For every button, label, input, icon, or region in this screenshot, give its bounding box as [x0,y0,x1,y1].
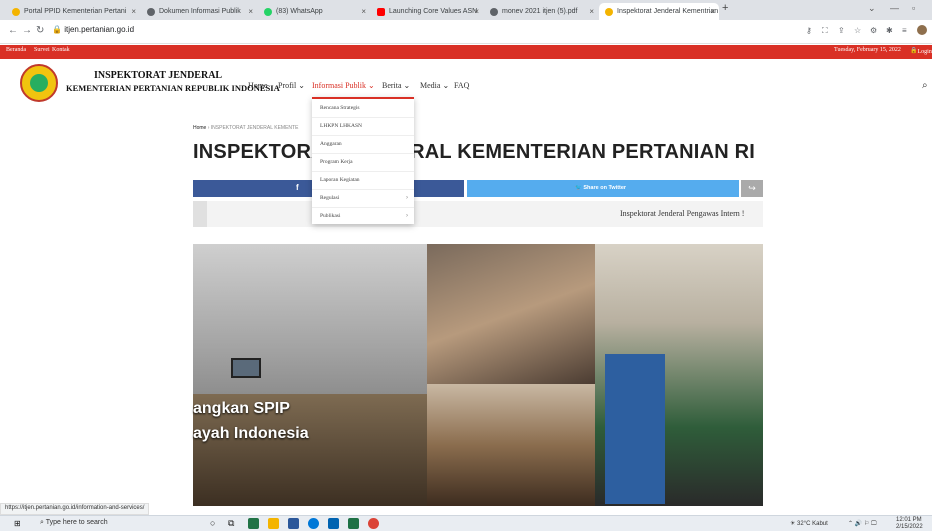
page-title: INSPEKTORAT JENDERAL KEMENTERIAN PERTANI… [193,141,756,163]
maximize-button[interactable]: ▫ [912,3,915,13]
back-button[interactable]: ← [8,25,18,36]
browser-tab[interactable]: Portal PPID Kementerian Pertani × [6,3,140,20]
minimize-button[interactable]: — [890,3,899,13]
topbar-date: Tuesday, February 15, 2022 [834,47,901,53]
photo-officials [595,244,763,506]
nav-profil[interactable]: Profil ⌄ [278,81,305,90]
breadcrumb-current: INSPEKTORAT JENDERAL KEMENTE [210,125,299,131]
search-icon[interactable]: ⌕ [922,80,928,91]
favicon-icon [147,7,155,16]
topbar-link-survei[interactable]: Survei [34,47,50,53]
address-bar: ← → ↻ 🔒 itjen.pertanian.go.id ⚷ ⛶ ⇪ ☆ ⚙ … [0,20,932,44]
browser-tab[interactable]: Dokumen Informasi Publik × [141,3,257,20]
nav-faq[interactable]: FAQ [454,81,469,90]
edge-icon[interactable] [308,518,319,529]
chevron-right-icon: › [406,195,408,201]
close-icon[interactable]: × [248,7,253,16]
mail-icon[interactable] [328,518,339,529]
photo-group-meeting [427,244,595,384]
dropdown-item[interactable]: Regulasi [320,195,339,201]
ticker-label [193,201,207,227]
topbar-link-beranda[interactable]: Beranda [6,47,26,53]
taskbar-search[interactable]: ⌕ Type here to search [40,519,108,527]
new-tab-button[interactable]: + [722,2,728,14]
ticker-text[interactable]: Inspektorat Jenderal Pengawas Intern ! [620,209,744,218]
close-icon[interactable]: × [131,7,136,16]
browser-tab[interactable]: Launching Core Values ASN × [371,3,483,20]
facebook-icon: f [296,183,299,192]
browser-tab[interactable]: (83) WhatsApp × [258,3,370,20]
word-icon[interactable] [288,518,299,529]
chevron-down-icon: ⌄ [368,81,375,90]
cortana-icon[interactable]: ○ [210,518,221,529]
site-topbar: Beranda Survei Kontak Tuesday, February … [0,45,932,59]
key-icon[interactable]: ⚷ [806,26,812,35]
nav-media[interactable]: Media ⌄ [420,81,449,90]
chrome-icon[interactable] [368,518,379,529]
favicon-icon [490,7,498,16]
windows-taskbar: ⊞ ⌕ Type here to search ○ ⧉ ☀ 32°C Kabut… [0,515,932,531]
dropdown-item[interactable]: Publikasi [320,213,340,219]
browser-tabstrip: Portal PPID Kementerian Pertani × Dokumen… [0,0,932,20]
avatar[interactable] [917,25,927,35]
photo-meeting-room [193,244,427,506]
share-icon[interactable]: ↪ [741,180,763,197]
nav-berita[interactable]: Berita ⌄ [382,81,410,90]
site-logo[interactable] [20,64,58,102]
dropdown-item[interactable]: Anggaran [320,141,342,147]
browser-tab[interactable]: monev 2021 itjen (5).pdf × [484,3,598,20]
nav-home[interactable]: Home [248,81,268,90]
star-icon[interactable]: ☆ [854,26,861,35]
topbar-link-kontak[interactable]: Kontak [52,47,70,53]
share-icon[interactable]: ⇪ [838,26,845,35]
translate-icon[interactable]: ⛶ [822,26,828,36]
reading-list-icon[interactable]: ≡ [902,26,907,35]
calculator-icon[interactable] [348,518,359,529]
favicon-icon [12,7,20,16]
photo-seminar [427,384,595,506]
hero-image[interactable] [193,244,763,506]
reload-button[interactable]: ↻ [36,25,44,36]
chevron-right-icon: › [406,213,408,219]
close-icon[interactable]: × [361,7,366,16]
login-link[interactable]: 🔒 Login [910,47,932,55]
chevron-down-icon: ⌄ [442,81,450,90]
tray-icons[interactable]: ⌃ 🔊 ⚐ 🖵 [848,520,877,528]
task-view-icon[interactable]: ⧉ [228,518,239,529]
status-bar-url: https://itjen.pertanian.go.id/informatio… [0,503,150,515]
dropdown-item[interactable]: Program Kerja [320,159,353,165]
windows-start-icon[interactable]: ⊞ [14,519,21,528]
extension-icon[interactable]: ⚙ [870,26,877,35]
chevron-down-icon: ⌄ [298,81,305,90]
favicon-icon [264,7,272,16]
file-explorer-icon[interactable] [268,518,279,529]
informasi-publik-dropdown: Rencana Strategis LHKPN LHKASN Anggaran … [312,97,414,224]
brand-line1[interactable]: INSPEKTORAT JENDERAL [94,70,222,81]
browser-tab-active[interactable]: Inspektorat Jenderal Kementrian × [599,3,719,20]
hero-caption-line2: ayah Indonesia [193,425,309,442]
weather-widget[interactable]: ☀ 32°C Kabut [790,520,828,527]
twitter-share-label: 🐦 Share on Twitter [575,185,627,191]
logo-emblem-icon [30,74,48,92]
forward-button[interactable]: → [22,25,32,36]
breadcrumb: Home › INSPEKTORAT JENDERAL KEMENTE [193,125,299,131]
chevron-down-icon: ⌄ [403,81,411,90]
excel-icon[interactable] [248,518,259,529]
clock[interactable]: 12:01 PM 2/15/2022 [896,517,923,531]
chevron-down-icon[interactable]: ⌄ [868,3,876,14]
close-icon[interactable]: × [474,7,479,16]
url-field[interactable]: 🔒 itjen.pertanian.go.id [52,25,134,34]
dropdown-item[interactable]: Laporan Kegiatan [320,177,360,183]
puzzle-icon[interactable]: ✱ [886,26,893,35]
favicon-icon [377,7,385,16]
dropdown-item[interactable]: LHKPN LHKASN [320,123,362,129]
breadcrumb-home[interactable]: Home [193,125,206,131]
nav-informasi-publik[interactable]: Informasi Publik ⌄ [312,81,375,90]
dropdown-item[interactable]: Rencana Strategis [320,105,360,111]
favicon-icon [605,7,613,16]
close-icon[interactable]: × [710,7,715,16]
hero-caption-line1: angkan SPIP [193,400,290,417]
close-icon[interactable]: × [589,7,594,16]
